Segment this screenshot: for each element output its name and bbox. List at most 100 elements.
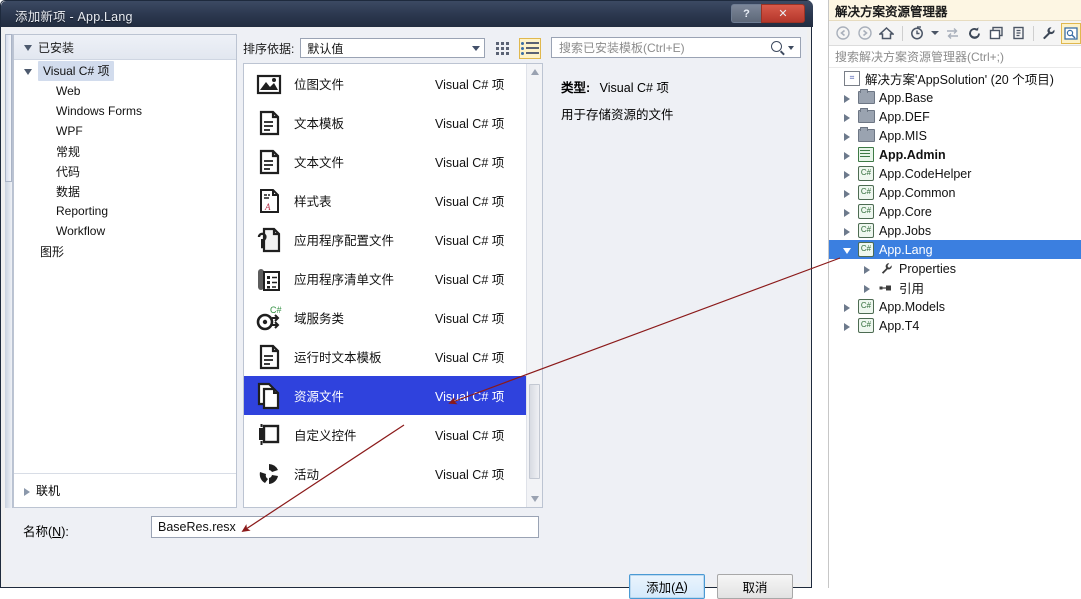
csharp-project-icon: C# (857, 166, 875, 181)
sort-combobox[interactable]: 默认值 (300, 38, 486, 58)
collapse-all-icon[interactable] (986, 23, 1006, 44)
expander[interactable] (843, 208, 857, 217)
expander[interactable] (843, 189, 857, 198)
expander[interactable] (843, 247, 857, 254)
tree-node-app-models[interactable]: C# App.Models (829, 297, 1081, 316)
expander[interactable] (843, 227, 857, 236)
expander[interactable] (843, 170, 857, 179)
tree-node-wpf[interactable]: WPF (14, 121, 236, 141)
expander[interactable] (843, 94, 857, 103)
tree-node-app-admin[interactable]: App.Admin (829, 145, 1081, 164)
sync-icon[interactable] (942, 23, 962, 44)
tree-node-label: App.Jobs (879, 223, 932, 238)
online-templates-node[interactable]: 联机 (14, 473, 236, 507)
svg-text:A: A (264, 202, 271, 212)
expander[interactable] (843, 151, 857, 160)
csharp-project-icon: C# (857, 299, 875, 314)
scrollbar-thumb[interactable] (5, 34, 12, 182)
expander[interactable] (843, 113, 857, 122)
scrollbar-thumb[interactable] (529, 384, 540, 479)
tree-node-app-core[interactable]: C# App.Core (829, 202, 1081, 221)
back-icon[interactable] (833, 23, 853, 44)
refresh-icon[interactable] (964, 23, 984, 44)
expander[interactable] (863, 265, 877, 274)
scroll-up-button[interactable] (527, 64, 542, 80)
tree-node-app-jobs[interactable]: C# App.Jobs (829, 221, 1081, 240)
add-button[interactable]: 添加(A) (629, 574, 705, 599)
expander[interactable] (863, 284, 877, 293)
tree-node-app-codehelper[interactable]: C# App.CodeHelper (829, 164, 1081, 183)
tree-node-references[interactable]: 引用 (829, 278, 1081, 297)
solution-explorer-tree: ⌗ 解决方案'AppSolution' (20 个项目) App.Base Ap… (829, 69, 1081, 588)
tree-node-reporting[interactable]: Reporting (14, 201, 236, 221)
tree-node-windows-forms[interactable]: Windows Forms (14, 101, 236, 121)
template-kind: Visual C# 项 (435, 78, 505, 92)
installed-header[interactable]: 已安装 (14, 35, 236, 60)
template-row-app-manifest[interactable]: 应用程序清单文件 Visual C# 项 (244, 259, 527, 298)
toolbar-separator (1033, 25, 1034, 41)
tree-node-label: Visual C# 项 (38, 61, 115, 81)
template-row-resource-file[interactable]: 资源文件 Visual C# 项 (244, 376, 527, 415)
tree-node-workflow[interactable]: Workflow (14, 221, 236, 241)
template-row-bitmap-file[interactable]: 位图文件 Visual C# 项 (244, 64, 527, 103)
tree-node-general[interactable]: 常规 (14, 141, 236, 161)
template-row-text-file[interactable]: 文本文件 Visual C# 项 (244, 142, 527, 181)
add-label-accesskey: A (675, 579, 684, 594)
installed-templates-tree: 已安装 Visual C# 项 Web Windows Forms WPF 常规… (13, 34, 237, 508)
tree-node-web[interactable]: Web (14, 81, 236, 101)
preview-selected-items-icon[interactable] (1060, 22, 1081, 44)
home-icon[interactable] (877, 23, 897, 44)
tree-node-label: Properties (899, 261, 956, 276)
template-row-runtime-text-template[interactable]: 运行时文本模板 Visual C# 项 (244, 337, 527, 376)
expander[interactable] (843, 132, 857, 141)
template-row-custom-control[interactable]: 自定义控件 Visual C# 项 (244, 415, 527, 454)
tree-node-label: App.DEF (879, 109, 930, 124)
template-row-stylesheet[interactable]: A 样式表 Visual C# 项 (244, 181, 527, 220)
cancel-button[interactable]: 取消 (717, 574, 793, 599)
close-button[interactable]: ✕ (761, 4, 805, 23)
dialog-left-scrollbar[interactable] (5, 34, 13, 508)
tree-node-code[interactable]: 代码 (14, 161, 236, 181)
template-row-text-template[interactable]: 文本模板 Visual C# 项 (244, 103, 527, 142)
chevron-down-icon[interactable] (930, 23, 940, 44)
properties-icon[interactable] (1039, 23, 1059, 44)
pending-changes-icon[interactable] (908, 23, 928, 44)
tree-node-app-def[interactable]: App.DEF (829, 107, 1081, 126)
tree-node-app-t4[interactable]: C# App.T4 (829, 316, 1081, 335)
template-list-scrollbar[interactable] (526, 64, 542, 507)
dialog-titlebar[interactable]: 添加新项 - App.Lang ? ✕ (1, 1, 813, 27)
help-button[interactable]: ? (731, 4, 761, 23)
template-list: 位图文件 Visual C# 项 文本模板 Visual C# 项 文本文件 V… (244, 64, 527, 507)
list-view-button[interactable] (519, 37, 542, 59)
scroll-down-button[interactable] (527, 491, 542, 507)
forward-icon[interactable] (855, 23, 875, 44)
tree-node-app-lang[interactable]: C# App.Lang (829, 240, 1081, 259)
text-file-icon (254, 147, 284, 177)
solution-root-node[interactable]: ⌗ 解决方案'AppSolution' (20 个项目) (829, 69, 1081, 88)
folder-icon (857, 127, 875, 142)
tree-node-app-base[interactable]: App.Base (829, 88, 1081, 107)
chevron-down-icon[interactable] (788, 46, 794, 50)
search-placeholder: 搜索已安装模板(Ctrl+E) (559, 41, 685, 55)
template-row-app-config[interactable]: 应用程序配置文件 Visual C# 项 (244, 220, 527, 259)
template-row-activity[interactable]: 活动 Visual C# 项 (244, 454, 527, 493)
name-label-accesskey: N (52, 525, 62, 539)
tree-node-visual-csharp[interactable]: Visual C# 项 (14, 61, 236, 81)
tree-node-app-mis[interactable]: App.MIS (829, 126, 1081, 145)
tree-node-data[interactable]: 数据 (14, 181, 236, 201)
template-row-domain-service[interactable]: C# 域服务类 Visual C# 项 (244, 298, 527, 337)
tree-node-label: App.T4 (879, 318, 920, 333)
show-all-files-icon[interactable] (1008, 23, 1028, 44)
tree-node-graphics[interactable]: 图形 (14, 241, 236, 261)
chevron-right-icon (844, 322, 850, 331)
references-icon (877, 283, 895, 293)
name-input[interactable]: BaseRes.resx (151, 516, 539, 538)
search-installed-templates-input[interactable]: 搜索已安装模板(Ctrl+E) (551, 37, 801, 58)
solution-explorer-search-input[interactable]: 搜索解决方案资源管理器(Ctrl+;) (829, 46, 1081, 68)
tree-node-app-common[interactable]: C# App.Common (829, 183, 1081, 202)
expander[interactable] (843, 322, 857, 331)
expander[interactable] (843, 303, 857, 312)
grid-view-button[interactable] (491, 38, 513, 59)
tree-node-properties[interactable]: Properties (829, 259, 1081, 278)
chevron-right-icon (864, 284, 870, 293)
